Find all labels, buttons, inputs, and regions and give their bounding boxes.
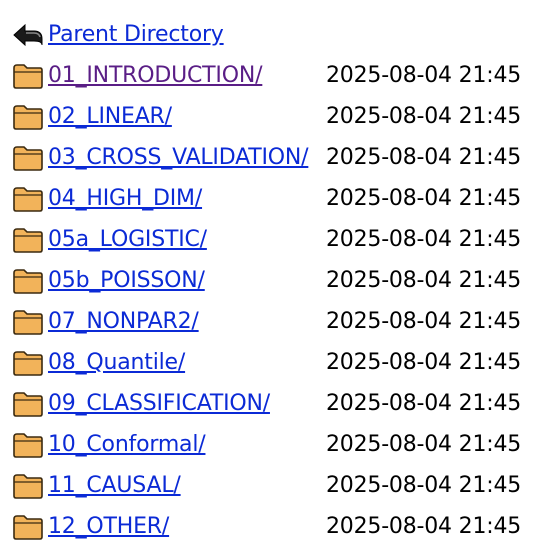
directory-entry-row: 04_HIGH_DIM/ 2025-08-04 21:45 xyxy=(12,178,535,219)
modified-date: 2025-08-04 21:45 xyxy=(326,186,522,211)
entry-name-cell: 12_OTHER/ xyxy=(48,514,326,539)
directory-entry-row: 08_Quantile/ 2025-08-04 21:45 xyxy=(12,342,535,383)
modified-date: 2025-08-04 21:45 xyxy=(326,391,522,416)
entry-name-cell: 10_Conformal/ xyxy=(48,432,326,457)
entry-name-cell: 03_CROSS_VALIDATION/ xyxy=(48,145,326,170)
directory-entry-row: 10_Conformal/ 2025-08-04 21:45 xyxy=(12,424,535,465)
folder-icon xyxy=(12,265,44,297)
parent-directory-cell: Parent Directory xyxy=(48,22,326,47)
entry-name-cell: 08_Quantile/ xyxy=(48,350,326,375)
entry-name-cell: 05a_LOGISTIC/ xyxy=(48,227,326,252)
entry-name-cell: 02_LINEAR/ xyxy=(48,104,326,129)
directory-link[interactable]: 09_CLASSIFICATION/ xyxy=(48,391,270,416)
folder-icon xyxy=(12,388,44,420)
folder-icon xyxy=(12,470,44,502)
directory-entry-row: 11_CAUSAL/ 2025-08-04 21:45 xyxy=(12,465,535,506)
directory-entry-row: 05b_POISSON/ 2025-08-04 21:45 xyxy=(12,260,535,301)
directory-entry-row: 07_NONPAR2/ 2025-08-04 21:45 xyxy=(12,301,535,342)
directory-entry-row: 09_CLASSIFICATION/ 2025-08-04 21:45 xyxy=(12,383,535,424)
directory-link[interactable]: 02_LINEAR/ xyxy=(48,104,172,129)
folder-icon xyxy=(12,429,44,461)
directory-link[interactable]: 04_HIGH_DIM/ xyxy=(48,186,202,211)
modified-date: 2025-08-04 21:45 xyxy=(326,145,522,170)
directory-link[interactable]: 12_OTHER/ xyxy=(48,514,169,539)
folder-icon xyxy=(12,183,44,215)
folder-icon xyxy=(12,142,44,174)
folder-icon xyxy=(12,347,44,379)
directory-entry-row: 05a_LOGISTIC/ 2025-08-04 21:45 xyxy=(12,219,535,260)
modified-date: 2025-08-04 21:45 xyxy=(326,104,522,129)
modified-date: 2025-08-04 21:45 xyxy=(326,432,522,457)
directory-link[interactable]: 08_Quantile/ xyxy=(48,350,185,375)
entry-name-cell: 11_CAUSAL/ xyxy=(48,473,326,498)
directory-listing: Parent Directory 01_INTRODUCTION/ 2025-0… xyxy=(0,0,535,547)
folder-icon xyxy=(12,306,44,338)
parent-directory-row: Parent Directory xyxy=(12,14,535,55)
directory-entry-row: 01_INTRODUCTION/ 2025-08-04 21:45 xyxy=(12,55,535,96)
folder-icon xyxy=(12,60,44,92)
directory-link[interactable]: 01_INTRODUCTION/ xyxy=(48,63,263,88)
modified-date: 2025-08-04 21:45 xyxy=(326,309,522,334)
modified-date: 2025-08-04 21:45 xyxy=(326,268,522,293)
modified-date: 2025-08-04 21:45 xyxy=(326,350,522,375)
directory-link[interactable]: 11_CAUSAL/ xyxy=(48,473,181,498)
folder-icon xyxy=(12,511,44,543)
directory-link[interactable]: 07_NONPAR2/ xyxy=(48,309,199,334)
entry-name-cell: 01_INTRODUCTION/ xyxy=(48,63,326,88)
directory-entry-row: 02_LINEAR/ 2025-08-04 21:45 xyxy=(12,96,535,137)
parent-directory-link[interactable]: Parent Directory xyxy=(48,22,224,47)
directory-link[interactable]: 03_CROSS_VALIDATION/ xyxy=(48,145,309,170)
directory-link[interactable]: 05a_LOGISTIC/ xyxy=(48,227,207,252)
back-arrow-icon xyxy=(12,19,44,51)
entry-name-cell: 09_CLASSIFICATION/ xyxy=(48,391,326,416)
folder-icon xyxy=(12,101,44,133)
modified-date: 2025-08-04 21:45 xyxy=(326,63,522,88)
directory-entry-row: 03_CROSS_VALIDATION/ 2025-08-04 21:45 xyxy=(12,137,535,178)
directory-link[interactable]: 05b_POISSON/ xyxy=(48,268,205,293)
entry-name-cell: 07_NONPAR2/ xyxy=(48,309,326,334)
folder-icon xyxy=(12,224,44,256)
modified-date: 2025-08-04 21:45 xyxy=(326,227,522,252)
modified-date: 2025-08-04 21:45 xyxy=(326,514,522,539)
directory-link[interactable]: 10_Conformal/ xyxy=(48,432,206,457)
modified-date: 2025-08-04 21:45 xyxy=(326,473,522,498)
entry-name-cell: 05b_POISSON/ xyxy=(48,268,326,293)
entry-name-cell: 04_HIGH_DIM/ xyxy=(48,186,326,211)
directory-entry-row: 12_OTHER/ 2025-08-04 21:45 xyxy=(12,506,535,547)
